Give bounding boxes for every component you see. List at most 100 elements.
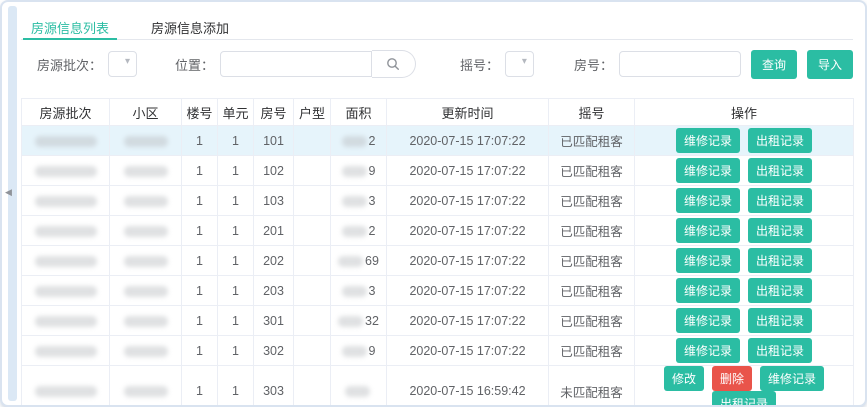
table-row[interactable]: 113032020-07-15 16:59:42未匹配租客修改删除维修记录出租记… [22,366,854,407]
house-type-cell [294,246,331,276]
column-header: 楼号 [182,99,218,126]
lottery-cell: 已匹配租客 [549,156,635,186]
area-visible-digits: 9 [369,344,376,358]
community-cell [110,246,182,276]
redacted-text [124,256,168,267]
building-cell: 1 [182,186,218,216]
redacted-text [342,136,367,147]
house-type-cell [294,336,331,366]
repair-record-button[interactable]: 维修记录 [676,248,740,273]
repair-record-button[interactable]: 维修记录 [760,366,824,391]
room-number-input[interactable] [619,51,741,77]
rental-record-button[interactable]: 出租记录 [748,128,812,153]
rental-record-button[interactable]: 出租记录 [748,278,812,303]
rental-record-button[interactable]: 出租记录 [748,158,812,183]
main-content: 房源信息列表 房源信息添加 房源批次： ▾ 位置： 摇号： ▾ [21,8,853,399]
tab-house-info-list[interactable]: 房源信息列表 [23,14,117,40]
query-button[interactable]: 查询 [751,50,797,79]
batch-filter-select[interactable]: ▾ [108,51,137,77]
redacted-text [35,286,97,297]
column-header: 更新时间 [387,99,549,126]
redacted-text [124,386,168,397]
redacted-text [124,196,168,207]
rental-record-button[interactable]: 出租记录 [748,338,812,363]
sidebar-collapse-strip[interactable] [8,6,17,401]
area-cell: 32 [331,306,387,336]
area-cell: 9 [331,336,387,366]
rental-record-button[interactable]: 出租记录 [748,248,812,273]
location-input[interactable] [220,51,372,77]
import-button[interactable]: 导入 [807,50,853,79]
rental-record-button[interactable]: 出租记录 [748,188,812,213]
redacted-text [124,346,168,357]
building-cell: 1 [182,246,218,276]
unit-cell: 1 [218,306,254,336]
rental-record-button[interactable]: 出租记录 [748,308,812,333]
redacted-text [35,346,97,357]
column-header: 房源批次 [22,99,110,126]
repair-record-button[interactable]: 维修记录 [676,308,740,333]
area-visible-digits: 2 [369,134,376,148]
redacted-text [342,286,367,297]
building-cell: 1 [182,306,218,336]
room-cell: 302 [254,336,294,366]
tab-house-info-add[interactable]: 房源信息添加 [143,14,237,39]
actions-cell: 维修记录出租记录 [635,276,854,306]
redacted-text [35,136,97,147]
repair-record-button[interactable]: 维修记录 [676,128,740,153]
rental-record-button[interactable]: 出租记录 [712,391,776,407]
actions-cell: 修改删除维修记录出租记录 [635,366,854,407]
lottery-filter-select[interactable]: ▾ [505,51,534,77]
batch-cell [22,216,110,246]
table-row[interactable]: 1120332020-07-15 17:07:22已匹配租客维修记录出租记录 [22,276,854,306]
community-cell [110,216,182,246]
community-cell [110,156,182,186]
table-row[interactable]: 11301322020-07-15 17:07:22已匹配租客维修记录出租记录 [22,306,854,336]
actions-cell: 维修记录出租记录 [635,336,854,366]
edit-button[interactable]: 修改 [664,366,704,391]
redacted-text [124,286,168,297]
actions-cell: 维修记录出租记录 [635,216,854,246]
repair-record-button[interactable]: 维修记录 [676,218,740,243]
house-type-cell [294,186,331,216]
rental-record-button[interactable]: 出租记录 [748,218,812,243]
redacted-text [35,316,97,327]
redacted-text [342,196,367,207]
house-type-cell [294,126,331,156]
column-header: 单元 [218,99,254,126]
repair-record-button[interactable]: 维修记录 [676,338,740,363]
house-type-cell [294,366,331,407]
room-cell: 301 [254,306,294,336]
updated-cell: 2020-07-15 17:07:22 [387,126,549,156]
building-cell: 1 [182,276,218,306]
repair-record-button[interactable]: 维修记录 [676,278,740,303]
table-row[interactable]: 11202692020-07-15 17:07:22已匹配租客维修记录出租记录 [22,246,854,276]
delete-button[interactable]: 删除 [712,366,752,391]
unit-cell: 1 [218,156,254,186]
area-visible-digits: 9 [369,164,376,178]
table-row[interactable]: 1110122020-07-15 17:07:22已匹配租客维修记录出租记录 [22,126,854,156]
redacted-text [35,196,97,207]
area-visible-digits: 2 [369,224,376,238]
table-row[interactable]: 1110292020-07-15 17:07:22已匹配租客维修记录出租记录 [22,156,854,186]
table-row[interactable]: 1120122020-07-15 17:07:22已匹配租客维修记录出租记录 [22,216,854,246]
updated-cell: 2020-07-15 17:07:22 [387,336,549,366]
room-cell: 101 [254,126,294,156]
table-row[interactable]: 1130292020-07-15 17:07:22已匹配租客维修记录出租记录 [22,336,854,366]
batch-cell [22,276,110,306]
repair-record-button[interactable]: 维修记录 [676,158,740,183]
repair-record-button[interactable]: 维修记录 [676,188,740,213]
lottery-cell: 已匹配租客 [549,126,635,156]
table-row[interactable]: 1110332020-07-15 17:07:22已匹配租客维修记录出租记录 [22,186,854,216]
updated-cell: 2020-07-15 17:07:22 [387,186,549,216]
batch-cell [22,306,110,336]
collapse-sidebar-icon[interactable]: ◀ [5,188,12,197]
table-header-row: 房源批次小区楼号单元房号户型面积更新时间摇号操作 [22,99,854,126]
area-visible-digits: 69 [365,254,379,268]
building-cell: 1 [182,336,218,366]
location-search-button[interactable] [372,50,416,78]
building-cell: 1 [182,216,218,246]
room-cell: 202 [254,246,294,276]
column-header: 面积 [331,99,387,126]
area-cell: 3 [331,186,387,216]
